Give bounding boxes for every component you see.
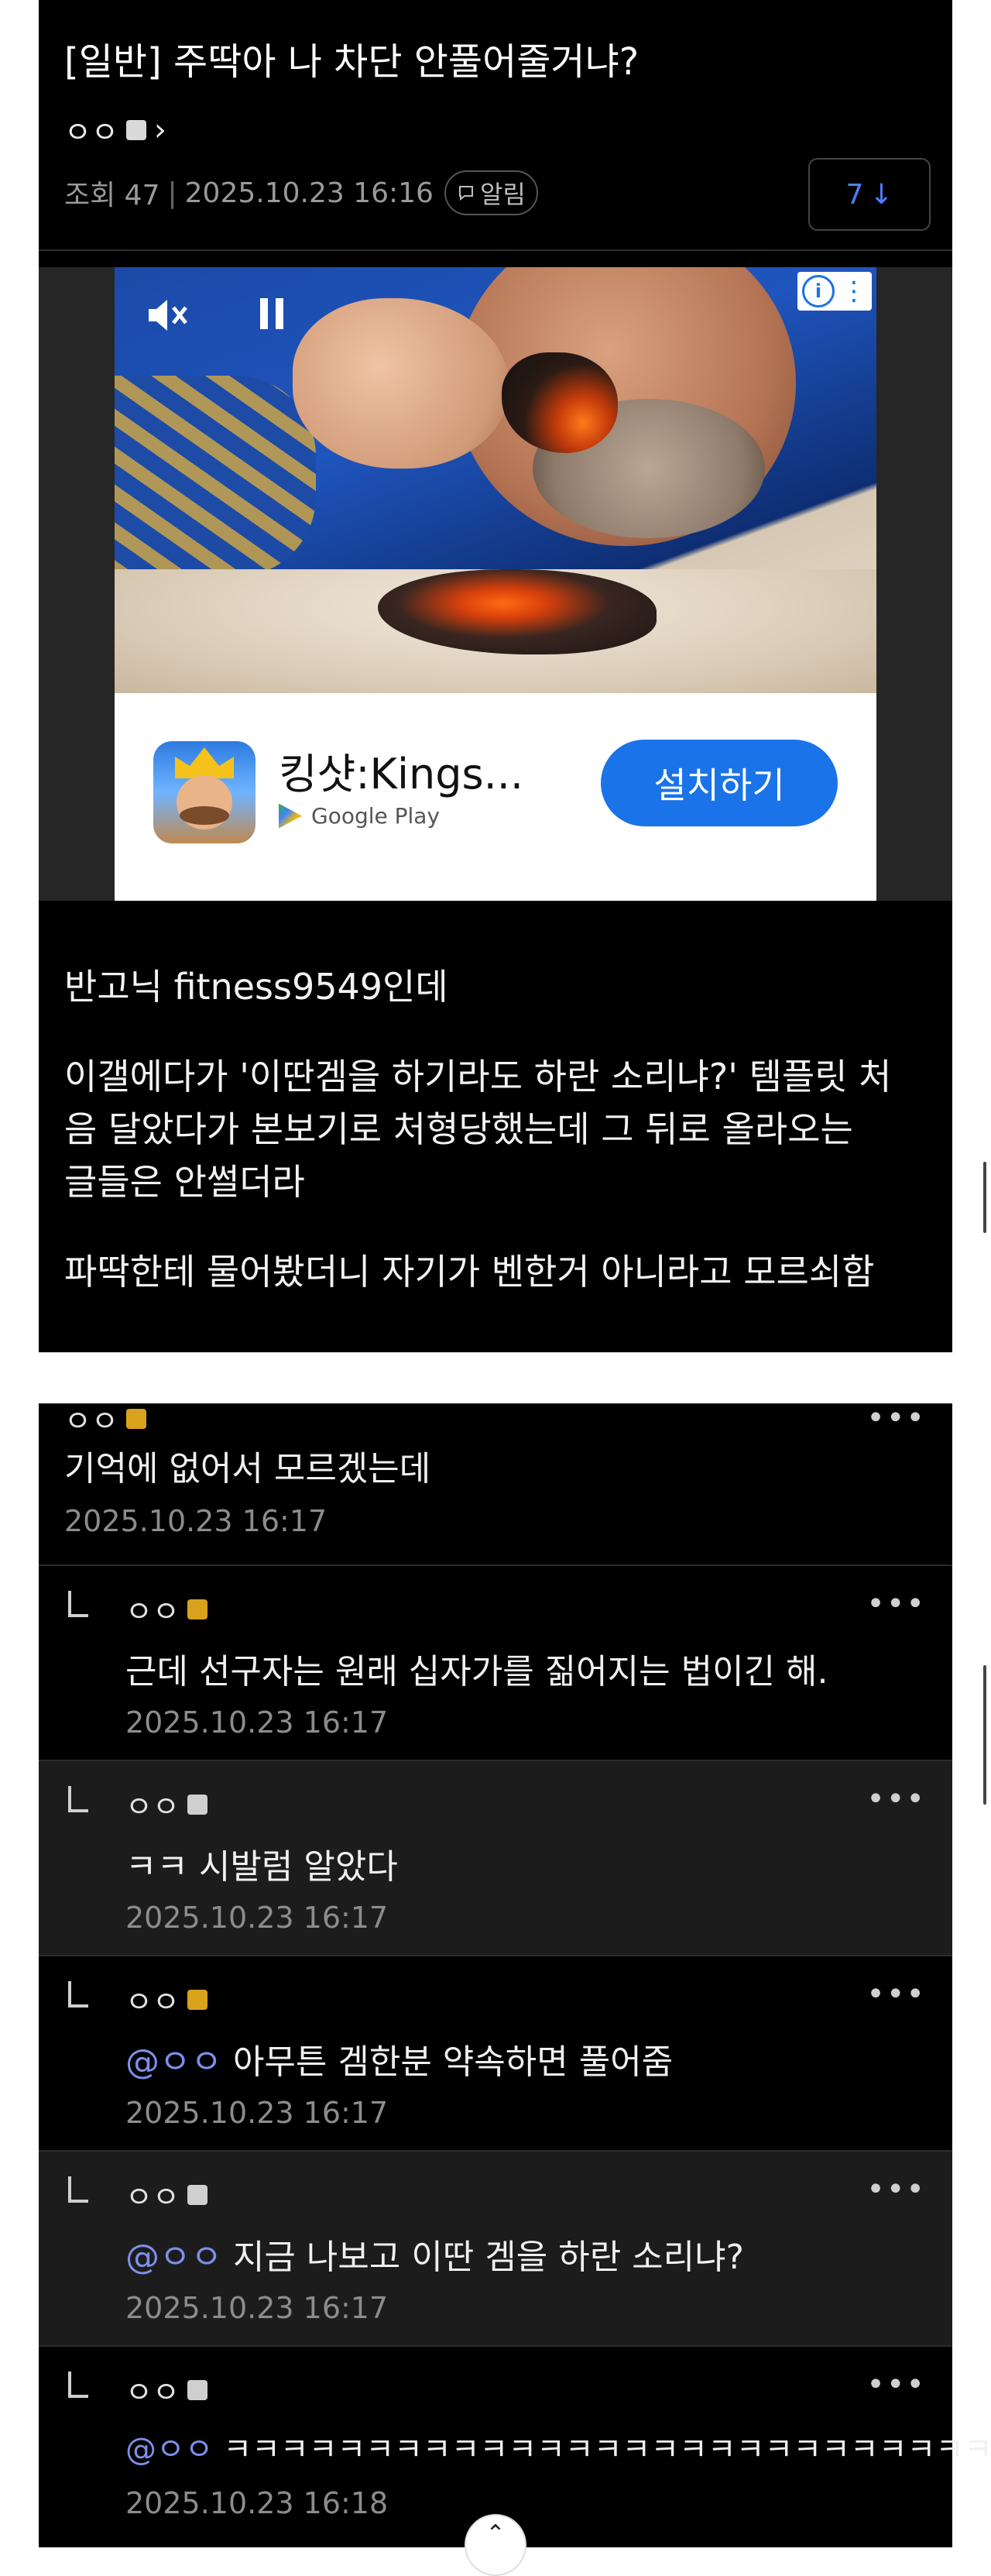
comment-text: 기억에 없어서 모르겠는데 — [64, 1449, 431, 1489]
mention-link[interactable]: @ㅇㅇ — [125, 2238, 222, 2277]
reply-arrow-icon — [68, 2372, 88, 2398]
reply-arrow-icon — [68, 1786, 88, 1812]
post-title: [일반] 주딱아 나 차단 안풀어줄거냐? — [64, 40, 640, 84]
more-options-icon[interactable]: ••• — [866, 2172, 926, 2207]
reply-arrow-icon — [68, 1591, 88, 1617]
post-body-line: 이갤에다가 '이딴겜을 하기라도 하란 소리냐?' 템플릿 처 — [64, 1056, 892, 1097]
alarm-button[interactable]: 알림 — [444, 170, 538, 215]
comment-text: @ㅇㅇ 지금 나보고 이딴 겜을 하란 소리냐? — [125, 2229, 744, 2279]
reply-item: ㅇㅇ ••• @ㅇㅇ 아무튼 겜한분 약속하면 풀어줌 2025.10.23 1… — [39, 1956, 952, 2152]
comment-author[interactable]: ㅇㅇ — [125, 2173, 180, 2216]
kebab-menu-icon[interactable]: ⋮ — [841, 276, 867, 307]
meta-separator: | — [167, 177, 177, 209]
comment-date: 2025.10.23 16:18 — [125, 2486, 389, 2520]
more-options-icon[interactable]: ••• — [866, 1977, 926, 2012]
reply-count: 7 — [845, 178, 864, 211]
more-options-icon[interactable]: ••• — [866, 1400, 926, 1436]
comment-author[interactable]: ㅇㅇ — [125, 1783, 180, 1826]
comment-author[interactable]: ㅇㅇ — [64, 1397, 118, 1440]
post-body-line: 반고닉 fitness9549인데 — [64, 966, 448, 1008]
comment-item: ㅇㅇ ••• 기억에 없어서 모르겠는데 2025.10.23 16:17 — [39, 1400, 952, 1566]
comment-body: ㅋㅋㅋㅋㅋㅋㅋㅋㅋㅋㅋㅋㅋㅋㅋㅋㅋㅋㅋㅋㅋㅋㅋㅋㅋㅋㅋ — [213, 2432, 991, 2468]
mention-link[interactable]: @ㅇㅇ — [125, 2432, 214, 2468]
ad-banner[interactable]: i ⋮ 킹샷:Kings... Google Play 설치하기 — [115, 267, 876, 901]
comment-author-row[interactable]: ㅇㅇ — [125, 1783, 207, 1826]
post-body-line: 파딱한테 물어봤더니 자기가 벤한거 아니라고 모르쇠함 — [64, 1251, 875, 1293]
comment-author-row[interactable]: ㅇㅇ — [125, 2368, 207, 2411]
fixed-member-icon — [187, 1794, 207, 1815]
app-name[interactable]: 킹샷:Kings... — [279, 740, 523, 801]
post-body-line: 음 달았다가 본보기로 처형당했는데 그 뒤로 올라오는 — [64, 1108, 853, 1150]
reply-count-button[interactable]: 7 ↓ — [808, 158, 931, 231]
more-options-icon[interactable]: ••• — [866, 2367, 926, 2403]
comment-text: @ㅇㅇ 아무튼 겜한분 약속하면 풀어줌 — [125, 2034, 673, 2083]
comment-body: 지금 나보고 이딴 겜을 하란 소리냐? — [221, 2238, 744, 2277]
header-divider — [39, 249, 952, 251]
comment-text: @ㅇㅇ ㅋㅋㅋㅋㅋㅋㅋㅋㅋㅋㅋㅋㅋㅋㅋㅋㅋㅋㅋㅋㅋㅋㅋㅋㅋㅋㅋ — [125, 2424, 991, 2469]
fixed-member-icon — [187, 2379, 207, 2400]
comment-text: ㅋㅋ 시발럼 알았다 — [125, 1847, 398, 1887]
comment-date: 2025.10.23 16:17 — [125, 2291, 389, 2325]
mute-icon[interactable] — [146, 295, 189, 344]
author-name[interactable]: ㅇㅇ — [64, 108, 118, 151]
comment-author-row[interactable]: ㅇㅇ — [125, 1588, 207, 1630]
comment-author[interactable]: ㅇㅇ — [125, 2368, 180, 2411]
info-icon: i — [802, 275, 835, 307]
comment-author-row[interactable]: ㅇㅇ — [125, 1978, 207, 2021]
mention-link[interactable]: @ㅇㅇ — [125, 2042, 222, 2082]
speech-bubble-icon — [458, 186, 473, 201]
view-count: 조회 47 — [64, 180, 160, 211]
mustache — [180, 806, 229, 825]
store-label: Google Play — [279, 803, 440, 829]
more-options-icon[interactable]: ••• — [866, 1781, 926, 1817]
semi-fixed-member-icon — [125, 1408, 146, 1429]
comment-text: 근데 선구자는 원래 십자가를 짊어지는 법이긴 해. — [125, 1652, 828, 1692]
arrow-down-icon: ↓ — [869, 178, 893, 211]
post-datetime: 2025.10.23 16:16 — [184, 177, 434, 209]
fixed-member-icon — [125, 119, 146, 140]
comment-date: 2025.10.23 16:17 — [125, 2096, 389, 2130]
chevron-right-icon[interactable]: › — [154, 112, 166, 148]
reply-item: ㅇㅇ ••• ㅋㅋ 시발럼 알았다 2025.10.23 16:17 — [39, 1761, 952, 1956]
reply-arrow-icon — [68, 1981, 88, 2008]
post-meta: 조회 47 | 2025.10.23 16:16 알림 — [64, 170, 538, 215]
reply-arrow-icon — [68, 2176, 88, 2203]
scrollbar[interactable] — [983, 1162, 986, 1233]
crown-icon — [175, 747, 234, 778]
comment-author[interactable]: ㅇㅇ — [125, 1588, 180, 1630]
comment-date: 2025.10.23 16:17 — [125, 1901, 389, 1935]
comment-list: ㅇㅇ ••• 기억에 없어서 모르겠는데 2025.10.23 16:17 ㅇㅇ… — [39, 1400, 991, 2547]
robe-pattern — [115, 376, 316, 577]
post-body-line: 글들은 안썰더라 — [64, 1161, 305, 1203]
comment-date: 2025.10.23 16:17 — [125, 1705, 389, 1740]
pause-icon[interactable] — [260, 298, 286, 329]
more-options-icon[interactable]: ••• — [866, 1586, 926, 1622]
author-row[interactable]: ㅇㅇ › — [64, 108, 166, 151]
comment-author-row[interactable]: ㅇㅇ — [125, 2173, 207, 2216]
semi-fixed-member-icon — [187, 1989, 207, 2010]
ad-app-bar: 킹샷:Kings... Google Play 설치하기 — [115, 693, 876, 901]
comment-author-row[interactable]: ㅇㅇ — [64, 1397, 146, 1440]
comment-body: 아무튼 겜한분 약속하면 풀어줌 — [221, 2042, 674, 2082]
store-name: Google Play — [311, 803, 441, 829]
reply-item: ㅇㅇ ••• 근데 선구자는 원래 십자가를 짊어지는 법이긴 해. 2025.… — [39, 1566, 952, 1761]
install-button[interactable]: 설치하기 — [601, 740, 838, 826]
post-panel: [일반] 주딱아 나 차단 안풀어줄거냐? ㅇㅇ › 조회 47 | 2025.… — [39, 0, 952, 1352]
semi-fixed-member-icon — [187, 1599, 207, 1619]
ad-container: i ⋮ 킹샷:Kings... Google Play 설치하기 — [39, 267, 952, 901]
fixed-member-icon — [187, 2184, 207, 2205]
ad-video[interactable]: i ⋮ — [115, 267, 876, 693]
chevron-up-icon: ⌃ — [485, 2520, 506, 2547]
google-play-icon — [279, 803, 302, 829]
comment-date: 2025.10.23 16:17 — [64, 1504, 327, 1538]
reply-item: ㅇㅇ ••• @ㅇㅇ 지금 나보고 이딴 겜을 하란 소리냐? 2025.10.… — [39, 2152, 952, 2347]
app-icon[interactable] — [153, 741, 255, 843]
ad-info-icon[interactable]: i ⋮ — [797, 272, 872, 311]
comment-author[interactable]: ㅇㅇ — [125, 1978, 180, 2021]
scrollbar[interactable] — [983, 1665, 986, 1805]
alarm-label: 알림 — [479, 180, 526, 209]
scroll-to-top-button[interactable]: ⌃ — [465, 2514, 526, 2576]
